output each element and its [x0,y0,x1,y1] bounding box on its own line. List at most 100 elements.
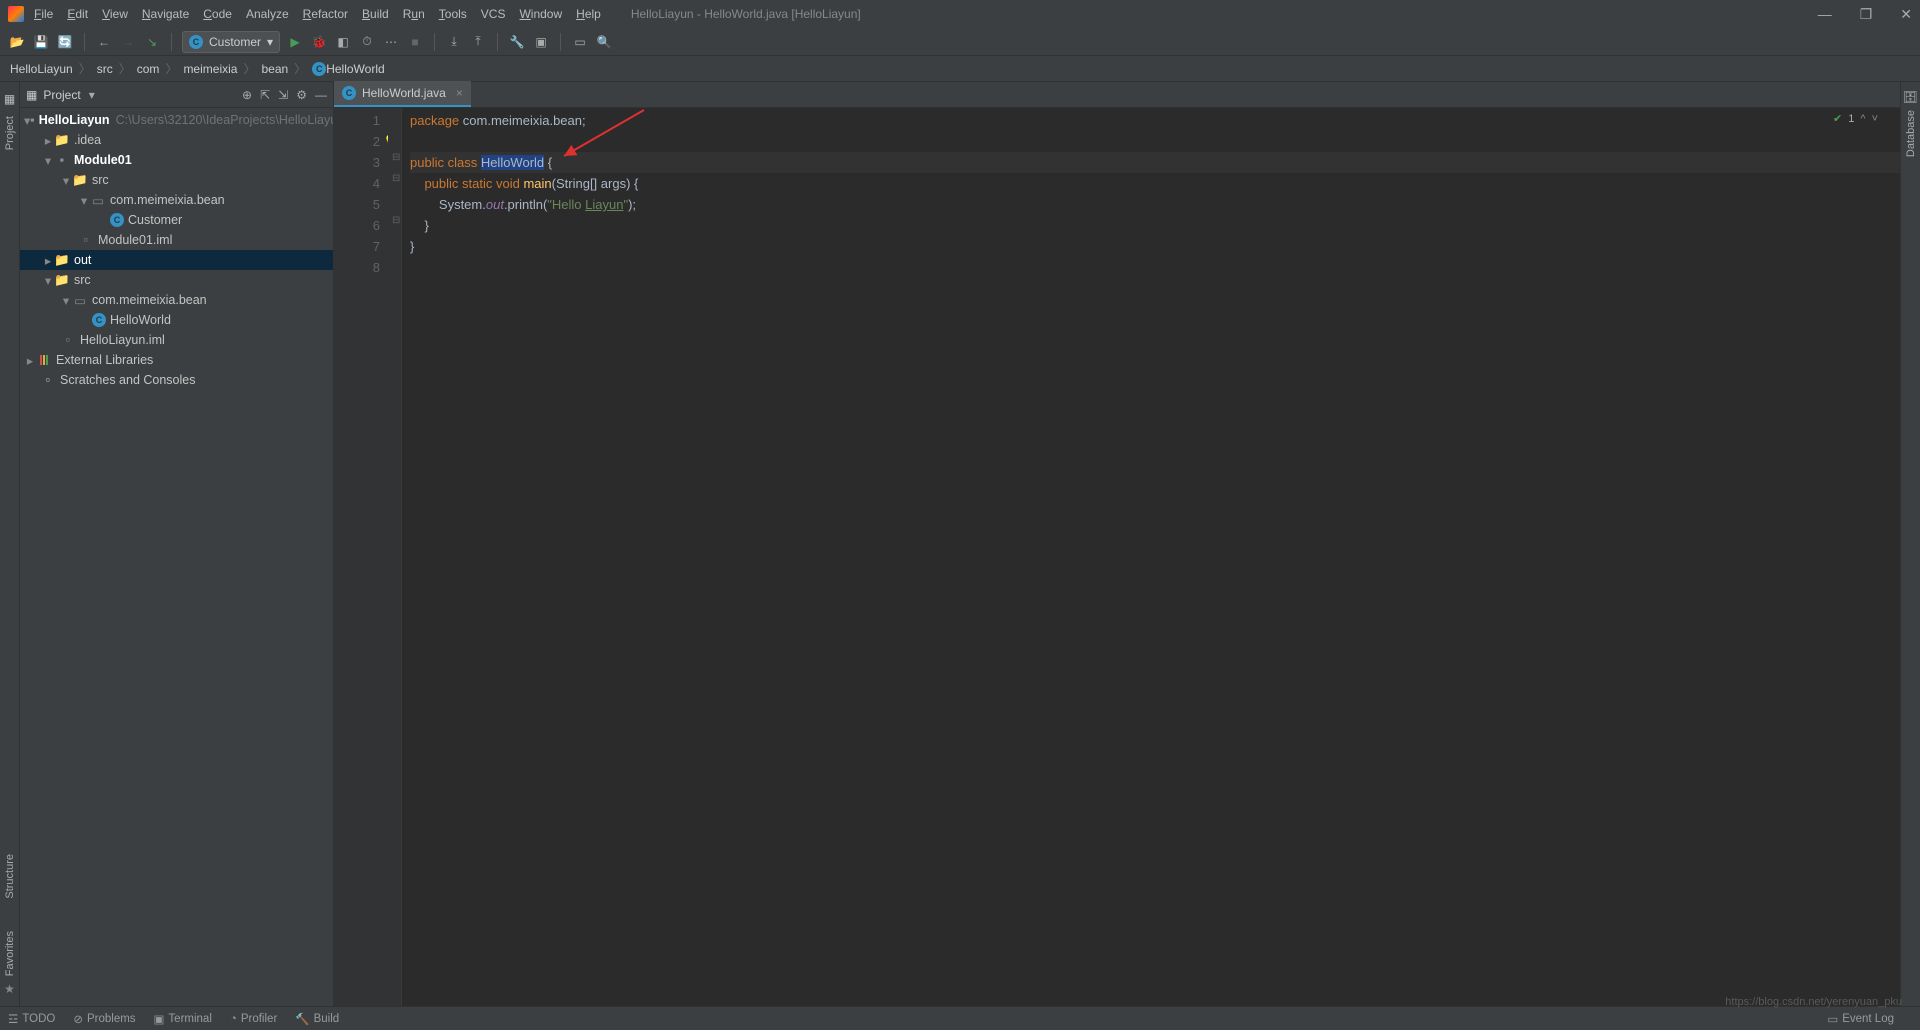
back-icon[interactable]: ← [95,33,113,51]
sync-icon[interactable]: 🔄 [56,33,74,51]
fold-marker[interactable]: ⊟ [392,215,400,226]
title-bar: File Edit View Navigate Code Analyze Ref… [0,0,1920,28]
tree-hello-class[interactable]: C HelloWorld [20,310,333,330]
build-icon[interactable]: ↘ [143,33,161,51]
tree-idea-folder[interactable]: ▸ 📁 .idea [20,130,333,150]
code-token: void [496,176,523,191]
code-content[interactable]: package com.meimeixia.bean; public class… [402,108,1900,1006]
tree-project-root[interactable]: ▾ ▪ HelloLiayun C:\Users\32120\IdeaProje… [20,110,333,130]
crumb-meimeixia[interactable]: meimeixia [183,62,237,76]
analysis-status[interactable]: ✔ 1 ^ ˅ [1833,112,1878,125]
todo-tool-button[interactable]: ☲TODO [8,1012,55,1026]
crumb-project[interactable]: HelloLiayun [10,62,73,76]
tree-ext-libs[interactable]: ▸ External Libraries [20,350,333,370]
class-icon: C [92,313,106,327]
tool-window-title[interactable]: ▦ Project ▾ [26,88,95,102]
maximize-button[interactable]: ❐ [1860,6,1873,23]
menu-tools[interactable]: Tools [439,7,467,21]
terminal-tool-button[interactable]: ▣Terminal [154,1012,212,1026]
structure-tool-label: Structure [2,848,18,905]
forward-icon[interactable]: → [119,33,137,51]
chevron-up-icon[interactable]: ^ [1860,113,1865,125]
analysis-count: 1 [1848,113,1854,125]
fold-marker[interactable]: ⊟ [392,152,400,163]
tree-module[interactable]: ▾ ▪ Module01 [20,150,333,170]
code-token: Liayun [585,197,623,212]
settings-icon[interactable]: 🔧 [508,33,526,51]
vcs-update-icon[interactable]: ⤓ [445,33,463,51]
crumb-class[interactable]: CHelloWorld [312,62,384,76]
tree-pkg2[interactable]: ▾ ▭ com.meimeixia.bean [20,290,333,310]
breadcrumb: HelloLiayun 〉 src 〉 com 〉 meimeixia 〉 be… [0,56,1920,82]
editor-tab-helloworld[interactable]: C HelloWorld.java × [334,81,471,107]
database-icon: 🗄 [1903,90,1918,104]
vcs-commit-icon[interactable]: ⤒ [469,33,487,51]
menu-analyze[interactable]: Analyze [246,7,289,21]
debug-icon[interactable]: 🐞 [310,33,328,51]
search-icon[interactable]: 🔍 [595,33,613,51]
run-config-selector[interactable]: C Customer ▾ [182,31,280,53]
tree-src1[interactable]: ▾ 📁 src [20,170,333,190]
menu-code[interactable]: Code [203,7,232,21]
project-tree[interactable]: ▾ ▪ HelloLiayun C:\Users\32120\IdeaProje… [20,108,333,1006]
tool-window-title-label: Project [43,88,80,102]
favorites-tool-button[interactable]: Favorites ★ [2,925,18,996]
project-structure-icon[interactable]: ▣ [532,33,550,51]
profile-icon[interactable]: ⏱ [358,33,376,51]
gear-icon[interactable]: ⚙ [296,88,307,102]
code-token: .println( [504,197,547,212]
tree-scratches[interactable]: ▫ Scratches and Consoles [20,370,333,390]
menu-run[interactable]: Run [403,7,425,21]
build-icon: 🔨 [295,1012,309,1026]
code-editor[interactable]: 1 2💡 3▶ 4▶ 5 6 7 8 ⊟ ⊟ ⊟ package com.mei… [334,108,1900,1006]
crumb-com[interactable]: com [137,62,160,76]
stop-icon[interactable]: ■ [406,33,424,51]
collapse-all-icon[interactable]: ⇲ [278,88,288,102]
tree-src2[interactable]: ▾ 📁 src [20,270,333,290]
tree-label: out [74,253,91,267]
crumb-bean[interactable]: bean [261,62,288,76]
tree-root-iml[interactable]: ▫ HelloLiayun.iml [20,330,333,350]
database-tool-button[interactable]: 🗄 Database [1903,90,1919,163]
menu-window[interactable]: Window [519,7,562,21]
tree-customer-class[interactable]: C Customer [20,210,333,230]
fold-marker[interactable]: ⊟ [392,173,400,184]
menu-navigate[interactable]: Navigate [142,7,189,21]
menu-build[interactable]: Build [362,7,389,21]
tree-out-folder[interactable]: ▸ 📁 out [20,250,333,270]
eventlog-tool-button[interactable]: ▭Event Log [1827,1012,1894,1026]
menu-help[interactable]: Help [576,7,601,21]
locate-icon[interactable]: ⊕ [242,88,252,102]
left-tool-strip: ▦ Project Structure Favorites ★ [0,82,20,1006]
menu-file[interactable]: File [34,7,53,21]
sb-label: Problems [87,1013,136,1025]
avd-icon[interactable]: ▭ [571,33,589,51]
code-token: "Hello [547,197,585,212]
structure-tool-button[interactable]: Structure [2,848,18,905]
open-icon[interactable]: 📂 [8,33,26,51]
close-tab-icon[interactable]: × [456,86,463,100]
tree-label: com.meimeixia.bean [110,193,225,207]
menu-edit[interactable]: Edit [67,7,88,21]
tree-pkg1[interactable]: ▾ ▭ com.meimeixia.bean [20,190,333,210]
expand-all-icon[interactable]: ⇱ [260,88,270,102]
save-icon[interactable]: 💾 [32,33,50,51]
run-icon[interactable]: ▶ [286,33,304,51]
build-tool-button[interactable]: 🔨Build [295,1012,339,1026]
minimize-button[interactable]: — [1818,6,1832,23]
code-token: out [486,197,504,212]
crumb-src[interactable]: src [97,62,113,76]
problems-tool-button[interactable]: ⊘Problems [73,1012,135,1026]
menu-refactor[interactable]: Refactor [303,7,348,21]
menu-view[interactable]: View [102,7,128,21]
close-button[interactable]: ✕ [1900,6,1912,23]
chevron-down-icon[interactable]: ˅ [1872,113,1878,125]
more-run-icon[interactable]: ⋯ [382,33,400,51]
menu-vcs[interactable]: VCS [481,7,506,21]
hide-icon[interactable]: — [315,88,327,102]
coverage-icon[interactable]: ◧ [334,33,352,51]
project-tool-button[interactable]: ▦ Project [2,92,18,156]
package-icon: ▭ [90,192,106,208]
tree-module-iml[interactable]: ▫ Module01.iml [20,230,333,250]
profiler-tool-button[interactable]: ◔Profiler [230,1013,277,1025]
